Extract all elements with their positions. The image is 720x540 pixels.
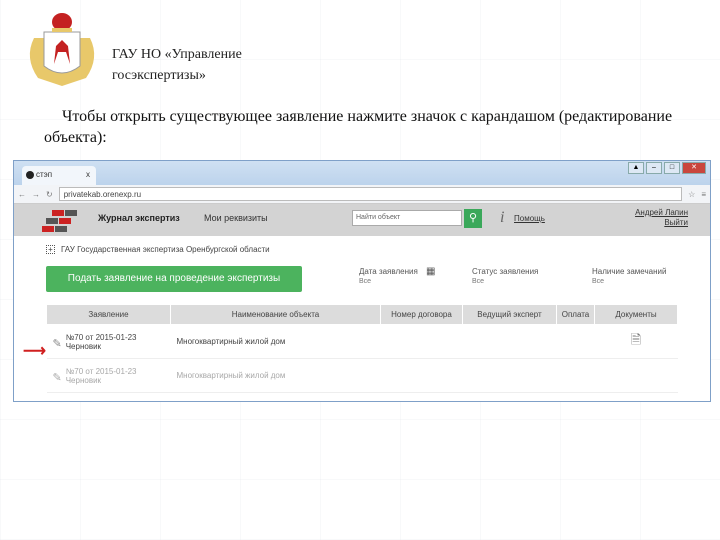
application-number: №70 от 2015-01-23 (65, 332, 137, 342)
nav-requisites[interactable]: Мои реквизиты (204, 213, 268, 223)
window-controls: ▲ – □ ✕ (628, 162, 706, 174)
browser-tab[interactable]: стэп x (22, 166, 96, 185)
back-icon[interactable]: ← (18, 190, 26, 199)
org-title: ГАУ НО «Управление госэкспертизы» (112, 47, 242, 83)
col-application: Заявление (46, 304, 171, 325)
filter-label: Статус заявления (472, 267, 539, 276)
browser-screenshot: стэп x ▲ – □ ✕ ← → ↻ privatekab.orenexp.ru … (13, 160, 711, 402)
object-name: Многоквартирный жилой дом (170, 324, 381, 359)
filter-value: Все (592, 278, 605, 285)
maximize-button[interactable]: □ (664, 162, 680, 174)
filter-remarks[interactable]: Наличие замечаний Все (592, 267, 672, 287)
tab-bar: стэп x ▲ – □ ✕ (14, 161, 710, 185)
coat-of-arms-logo (29, 13, 95, 86)
app-header: Журнал экспертиз Мои реквизиты Найти объ… (14, 204, 710, 236)
submit-application-button[interactable]: Подать заявление на проведение экспертиз… (46, 266, 302, 292)
pencil-edit-icon[interactable]: ✎ (53, 337, 62, 350)
col-object: Наименование объекта (170, 304, 381, 325)
close-button[interactable]: ✕ (682, 162, 706, 174)
help-link[interactable]: Помощь (514, 214, 545, 223)
brand-logo (42, 210, 77, 232)
table-row: ✎ №70 от 2015-01-23 Черновик Многоквартирн… (46, 358, 678, 393)
star-icon[interactable]: ☆ (688, 190, 695, 199)
filter-label: Дата заявления (359, 267, 418, 276)
search-icon: ⚲ (468, 212, 478, 224)
filter-date[interactable]: Дата заявления Все (359, 267, 418, 287)
col-contract: Номер договора (380, 304, 463, 325)
pencil-edit-icon[interactable]: ✎ (53, 371, 62, 384)
org-name: ГАУ Государственная экспертиза Оренбургс… (61, 245, 270, 254)
col-payment: Оплата (556, 304, 595, 325)
minimize-button[interactable]: – (646, 162, 662, 174)
application-status: Черновик (65, 375, 102, 385)
application-number: №70 от 2015-01-23 (65, 366, 137, 376)
calendar-icon[interactable]: ▦ (426, 267, 435, 277)
expand-icon[interactable]: + (46, 245, 55, 254)
nav-journal[interactable]: Журнал экспертиз (98, 213, 180, 223)
tab-title: стэп (36, 170, 53, 179)
user-button[interactable]: ▲ (628, 162, 644, 174)
document-icon[interactable]: 🗎 (631, 332, 641, 347)
filter-value: Все (359, 278, 372, 285)
tab-close-button[interactable]: x (86, 170, 90, 179)
filter-value: Все (472, 278, 485, 285)
reload-icon[interactable]: ↻ (46, 190, 53, 199)
user-name-link[interactable]: Андрей Лапин (635, 208, 688, 218)
object-name: Многоквартирный жилой дом (170, 358, 381, 393)
url-input[interactable]: privatekab.orenexp.ru (58, 187, 683, 201)
filter-label: Наличие замечаний (592, 267, 667, 276)
applications-table: Заявление Наименование объекта Номер дог… (46, 304, 678, 393)
search-input[interactable]: Найти объект (352, 210, 462, 226)
address-bar: ← → ↻ privatekab.orenexp.ru ☆ ≡ (14, 185, 710, 204)
table-row: ✎ №70 от 2015-01-23 Черновик Многоквартирн… (46, 324, 678, 359)
application-status: Черновик (65, 341, 102, 351)
col-expert: Ведущий эксперт (462, 304, 557, 325)
info-icon: i (500, 209, 505, 226)
favicon-icon (26, 171, 34, 179)
logout-link[interactable]: Выйти (635, 218, 688, 228)
instruction-text: Чтобы открыть существующее заявление наж… (44, 108, 673, 146)
forward-icon[interactable]: → (32, 190, 40, 199)
col-documents: Документы (594, 304, 678, 325)
menu-icon[interactable]: ≡ (701, 190, 706, 199)
red-arrow-icon: ⟶ (23, 343, 46, 360)
search-button[interactable]: ⚲ (464, 209, 482, 228)
filter-status[interactable]: Статус заявления Все (472, 267, 546, 287)
